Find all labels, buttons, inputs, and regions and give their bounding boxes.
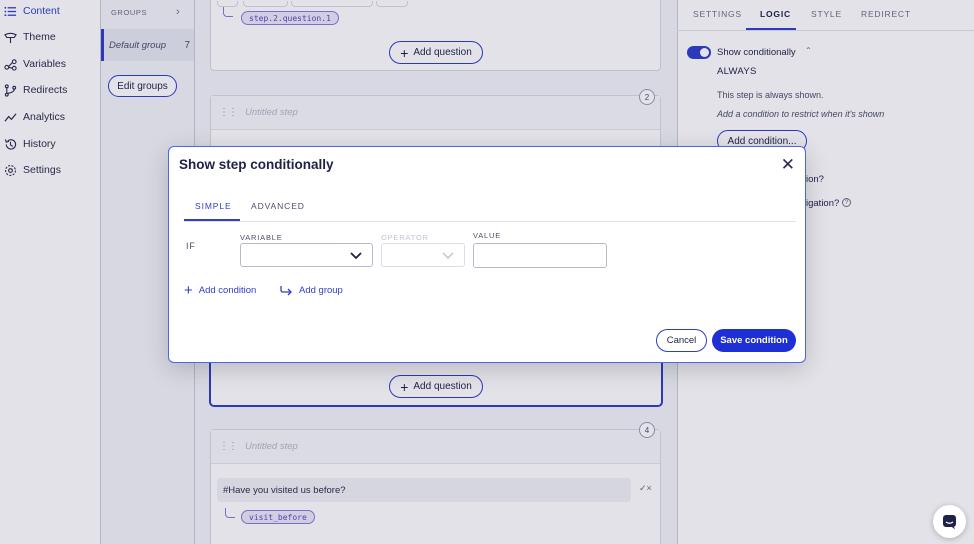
if-label: IF	[186, 241, 196, 251]
show-step-conditionally-dialog: Show step conditionally ✕ SIMPLE ADVANCE…	[168, 146, 806, 363]
add-group-link[interactable]: Add group	[280, 285, 343, 296]
cancel-button[interactable]: Cancel	[656, 329, 707, 352]
value-label: VALUE	[473, 231, 502, 240]
chevron-down-icon	[442, 252, 454, 260]
tab-divider	[184, 221, 796, 222]
chat-icon	[943, 514, 956, 529]
subdirectory-arrow-icon	[280, 286, 292, 296]
tab-advanced[interactable]: ADVANCED	[251, 201, 305, 211]
chevron-down-icon	[350, 252, 362, 260]
add-condition-link[interactable]: + Add condition	[184, 281, 257, 299]
value-input[interactable]	[473, 243, 607, 268]
add-condition-link-label: Add condition	[198, 285, 257, 296]
operator-select	[381, 243, 465, 267]
variable-label: VARIABLE	[240, 233, 283, 242]
close-icon[interactable]: ✕	[781, 156, 795, 173]
chat-launcher-button[interactable]	[933, 505, 966, 538]
variable-select[interactable]	[240, 243, 373, 267]
tab-simple[interactable]: SIMPLE	[195, 201, 232, 211]
active-tab-indicator	[184, 219, 240, 221]
operator-label: OPERATOR	[381, 233, 429, 242]
plus-icon: +	[184, 281, 193, 299]
dialog-title: Show step conditionally	[179, 157, 334, 172]
add-group-link-label: Add group	[299, 285, 343, 296]
save-condition-button[interactable]: Save condition	[712, 329, 796, 352]
